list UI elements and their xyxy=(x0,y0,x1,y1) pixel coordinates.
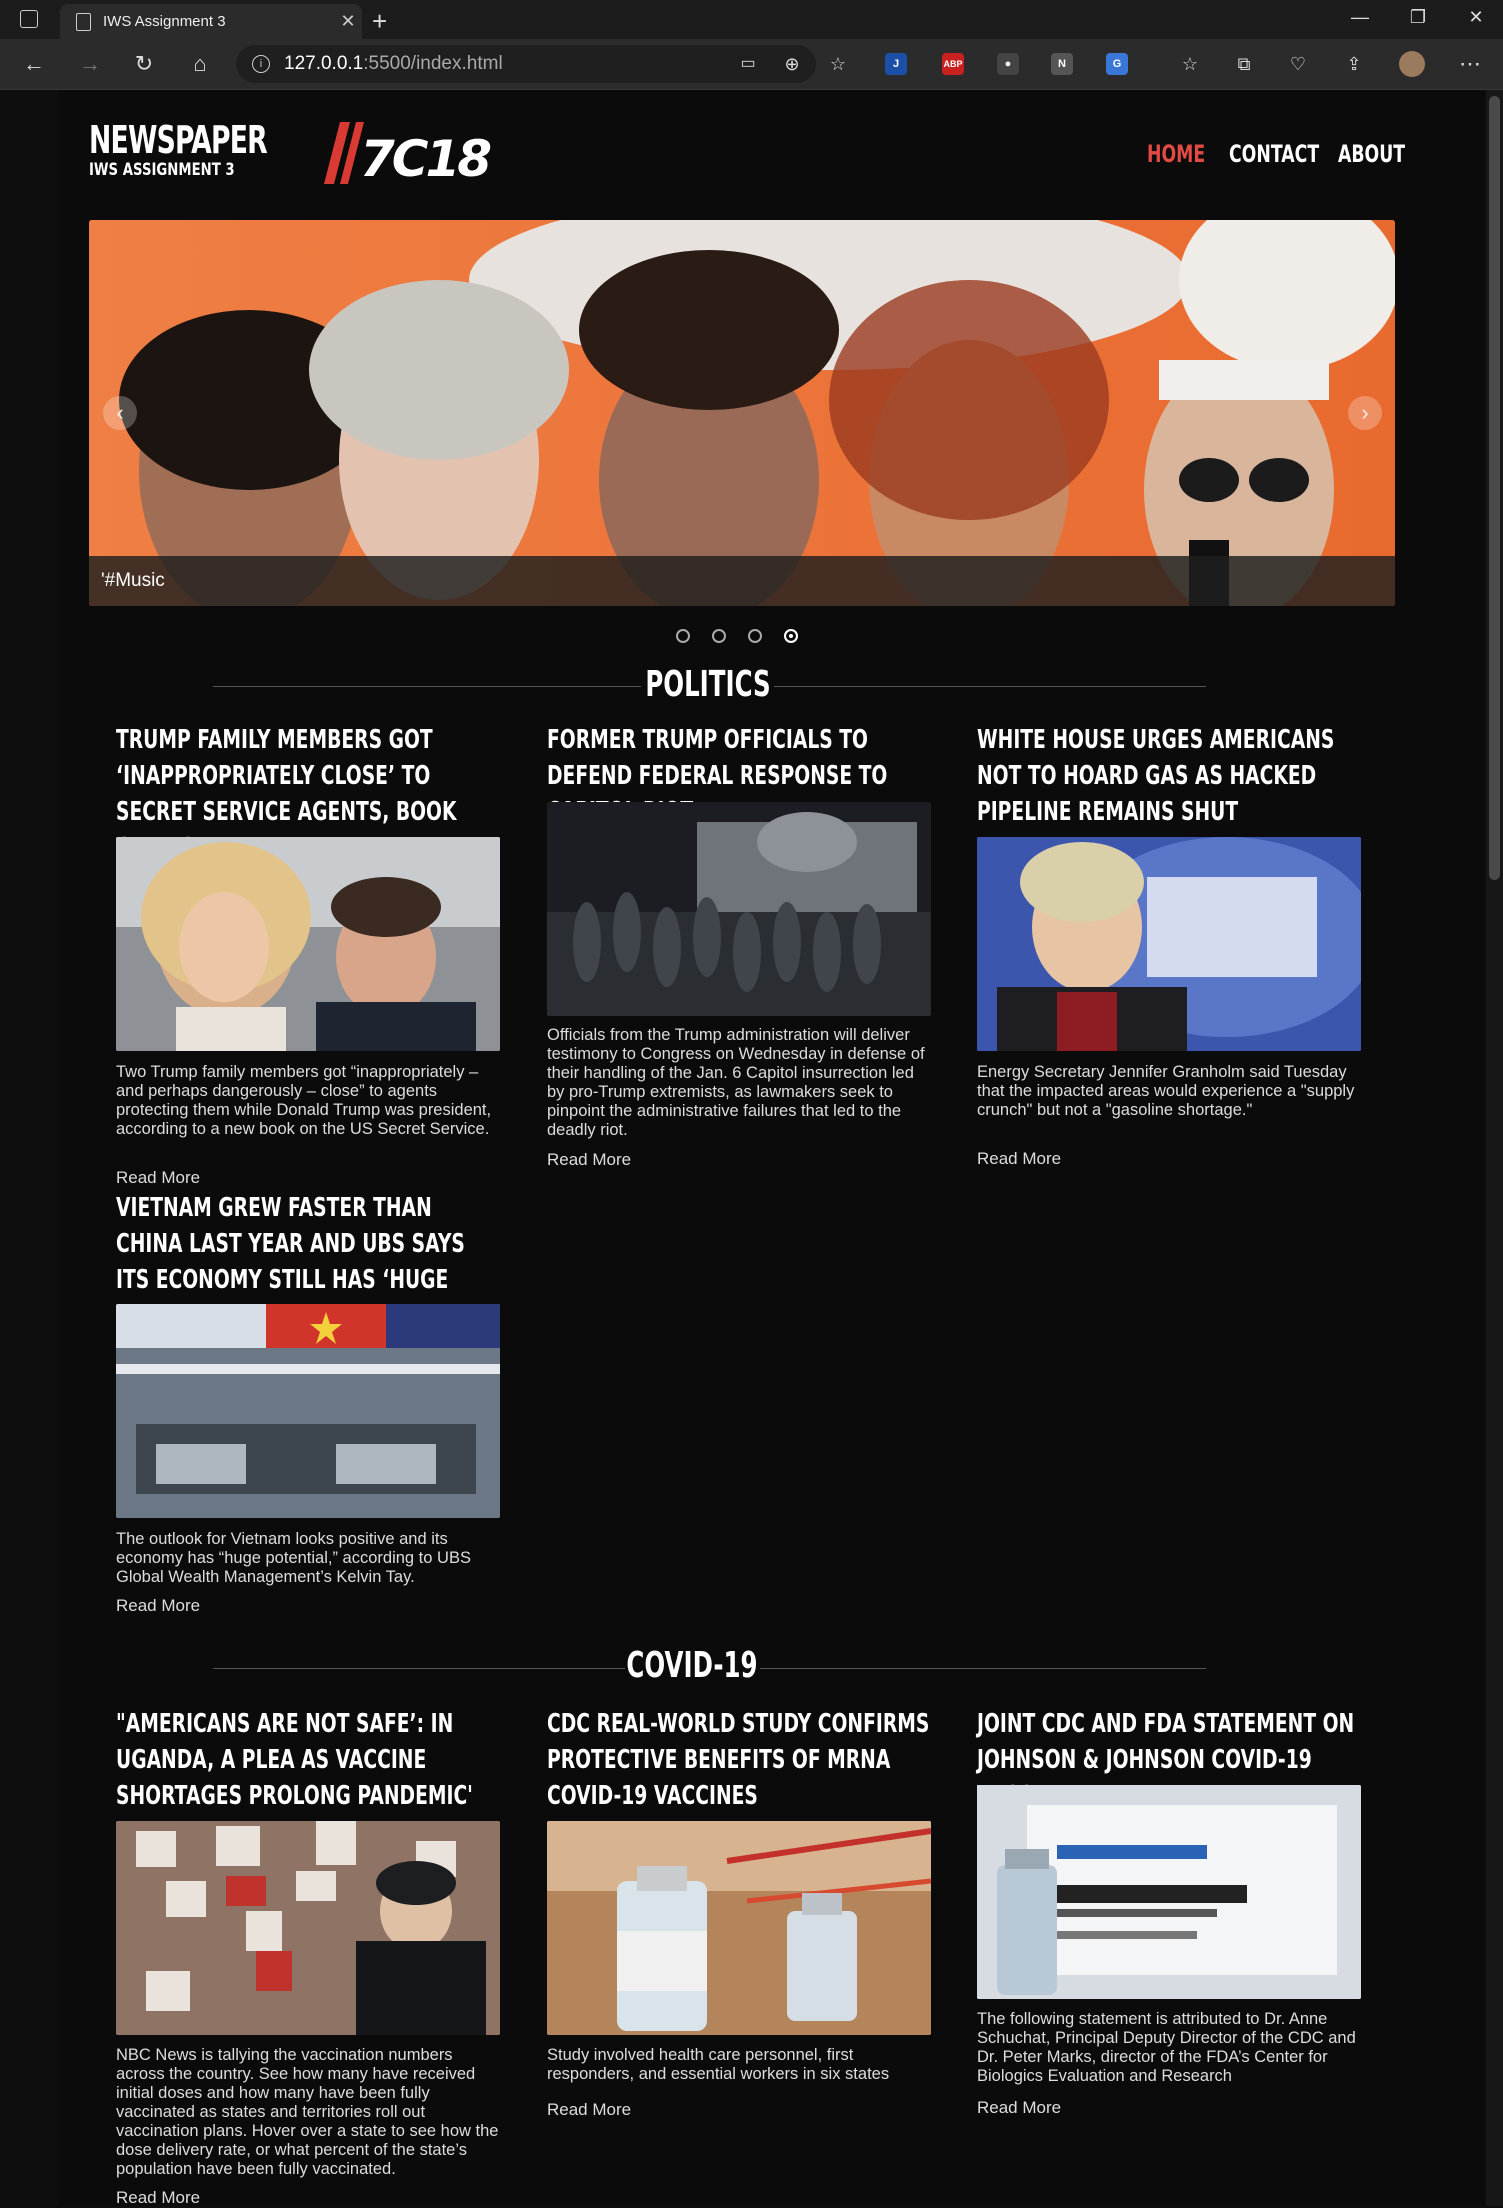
carousel-next-icon[interactable]: › xyxy=(1348,396,1382,430)
article-headline[interactable]: White House urges Americans not to hoard… xyxy=(977,722,1363,830)
read-more-link[interactable]: Read More xyxy=(977,2098,1061,2118)
section-divider xyxy=(774,686,1206,687)
extension-icon[interactable]: ● xyxy=(997,53,1019,75)
article-headline[interactable]: "Americans are not safe’: In Uganda, a p… xyxy=(116,1706,502,1814)
article-image[interactable] xyxy=(116,1304,500,1518)
page-icon xyxy=(76,12,91,31)
article-summary: Energy Secretary Jennifer Granholm said … xyxy=(977,1063,1355,1119)
collections-icon[interactable]: ⧉ xyxy=(1228,49,1260,79)
extension-j-icon[interactable]: J xyxy=(885,53,907,75)
scrollbar-thumb[interactable] xyxy=(1489,96,1500,880)
carousel-dot[interactable] xyxy=(676,629,690,643)
section-divider xyxy=(760,1668,1206,1669)
url-text: 127.0.0.1:5500/index.html xyxy=(284,53,503,74)
article-summary: The following statement is attributed to… xyxy=(977,2010,1356,2085)
read-more-link[interactable]: Read More xyxy=(116,1168,200,1188)
article-headline[interactable]: CDC Real-World Study Confirms Protective… xyxy=(547,1706,933,1814)
article-image[interactable] xyxy=(116,837,500,1051)
close-tab-icon[interactable]: ✕ xyxy=(334,11,362,32)
new-tab-button[interactable]: + xyxy=(372,6,387,37)
read-more-link[interactable]: Read More xyxy=(116,2188,200,2208)
read-more-link[interactable]: Read More xyxy=(116,1596,200,1616)
nav-contact[interactable]: CONTACT xyxy=(1229,140,1319,168)
hero-carousel[interactable]: ‹ › '#Music xyxy=(89,220,1395,606)
article-image[interactable] xyxy=(977,837,1361,1051)
article-card[interactable]: White House urges Americans not to hoard… xyxy=(977,722,1363,830)
adblock-plus-icon[interactable]: ABP xyxy=(942,53,964,75)
article-summary: Officials from the Trump administration … xyxy=(547,1026,925,1139)
article-card[interactable]: CDC Real-World Study Confirms Protective… xyxy=(547,1706,933,1814)
address-bar[interactable]: i 127.0.0.1:5500/index.html xyxy=(236,45,816,83)
share-icon[interactable]: ⇪ xyxy=(1338,49,1370,79)
browser-tab[interactable]: IWS Assignment 3 ✕ xyxy=(60,4,362,39)
translate-icon[interactable]: G xyxy=(1106,53,1128,75)
article-image[interactable] xyxy=(116,1821,500,2035)
section-title-covid: COVID-19 xyxy=(626,1645,758,1686)
favorites-icon[interactable]: ☆ xyxy=(1174,49,1206,79)
favorite-star-icon[interactable]: ☆ xyxy=(822,49,854,79)
carousel-caption: '#Music xyxy=(101,570,165,591)
tab-actions-icon[interactable] xyxy=(20,10,38,28)
carousel-caption-bar: '#Music xyxy=(89,556,1395,606)
article-image[interactable] xyxy=(547,1821,931,2035)
carousel-dot[interactable] xyxy=(712,629,726,643)
article-image[interactable] xyxy=(977,1785,1361,1999)
browser-toolbar: ← → ↻ ⌂ i 127.0.0.1:5500/index.html ▭ ⊕ … xyxy=(0,39,1503,90)
reader-view-icon[interactable]: ▭ xyxy=(732,49,764,79)
site-title: NEWSPAPER xyxy=(89,118,268,162)
article-image[interactable] xyxy=(547,802,931,1016)
article-summary: NBC News is tallying the vaccination num… xyxy=(116,2046,499,2178)
restore-button[interactable]: ❐ xyxy=(1398,7,1438,28)
home-button[interactable]: ⌂ xyxy=(184,49,216,79)
article-card[interactable]: "Americans are not safe’: In Uganda, a p… xyxy=(116,1706,502,1814)
extension-n-icon[interactable]: N xyxy=(1051,53,1073,75)
carousel-prev-icon[interactable]: ‹ xyxy=(103,396,137,430)
more-menu-icon[interactable]: ⋯ xyxy=(1454,49,1486,79)
back-button[interactable]: ← xyxy=(18,49,50,79)
profile-avatar[interactable] xyxy=(1396,49,1428,79)
browser-essentials-icon[interactable]: ♡ xyxy=(1282,49,1314,79)
read-more-link[interactable]: Read More xyxy=(547,2100,631,2120)
carousel-indicators xyxy=(676,629,798,643)
read-more-link[interactable]: Read More xyxy=(547,1150,631,1170)
site-subtitle: IWS ASSIGNMENT 3 xyxy=(89,160,235,180)
close-window-button[interactable]: ✕ xyxy=(1456,7,1496,28)
carousel-image xyxy=(89,220,1395,606)
article-summary: The outlook for Vietnam looks positive a… xyxy=(116,1530,471,1586)
carousel-dot[interactable] xyxy=(748,629,762,643)
forward-button[interactable]: → xyxy=(74,49,106,79)
browser-titlebar: IWS Assignment 3 ✕ + — ❐ ✕ xyxy=(0,0,1503,39)
carousel-dot-active[interactable] xyxy=(784,629,798,643)
read-more-link[interactable]: Read More xyxy=(977,1149,1061,1169)
article-summary: Two Trump family members got “inappropri… xyxy=(116,1063,492,1138)
info-icon[interactable]: i xyxy=(252,55,270,73)
refresh-button[interactable]: ↻ xyxy=(128,49,160,79)
article-summary: Study involved health care personnel, fi… xyxy=(547,2046,890,2083)
section-title-politics: POLITICS xyxy=(645,664,771,705)
site-logo[interactable]: 7C18 xyxy=(320,118,500,195)
section-divider xyxy=(213,686,641,687)
tab-title: IWS Assignment 3 xyxy=(103,13,226,30)
svg-text:7C18: 7C18 xyxy=(360,130,490,188)
nav-home[interactable]: HOME xyxy=(1147,140,1205,168)
minimize-button[interactable]: — xyxy=(1340,7,1380,28)
zoom-icon[interactable]: ⊕ xyxy=(776,49,808,79)
nav-about[interactable]: ABOUT xyxy=(1338,140,1405,168)
section-divider xyxy=(213,1668,625,1669)
